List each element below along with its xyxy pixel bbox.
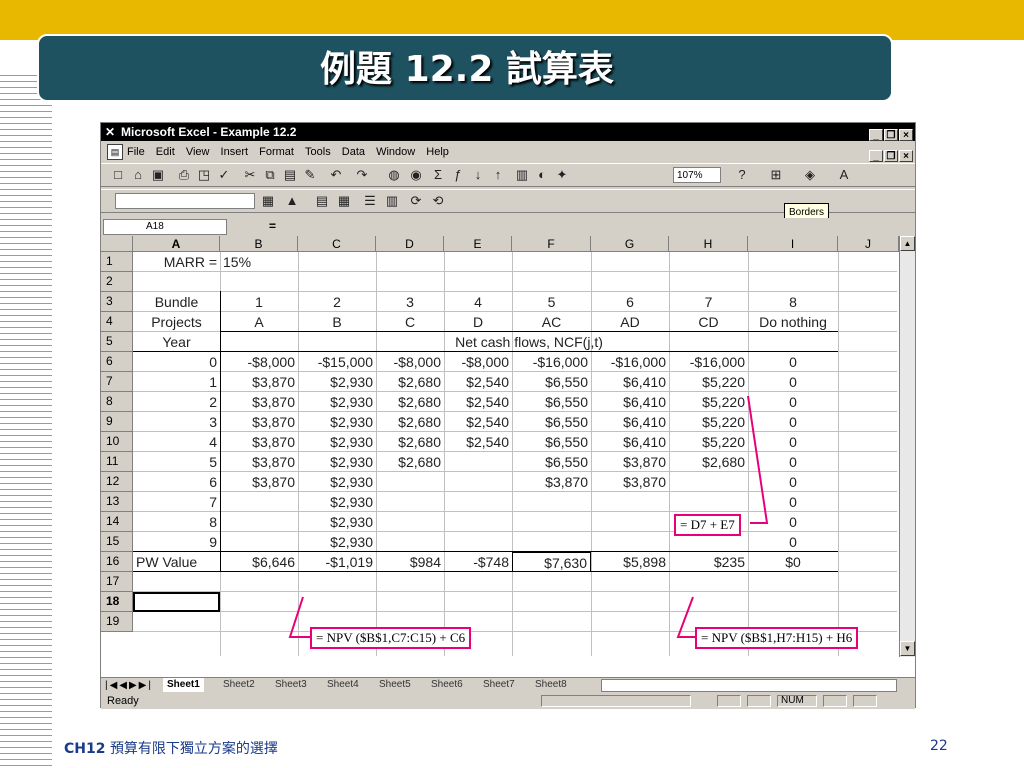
annotation-lines xyxy=(288,395,769,638)
footer-chapter: CH12 xyxy=(64,741,106,757)
footer-text: 預算有限下獨立方案的選擇 xyxy=(109,741,278,757)
page-number: 22 xyxy=(930,738,948,754)
annotation-npv-c: = NPV ($B$1,C7:C15) + C6 xyxy=(310,627,472,649)
annotation-d7-plus-e7: = D7 + E7 xyxy=(674,514,741,536)
annotation-npv-h: = NPV ($B$1,H7:H15) + H6 xyxy=(695,627,859,649)
callout-line-d7e7 xyxy=(747,395,769,524)
slide-footer: CH12 預算有限下獨立方案的選擇 xyxy=(64,738,278,758)
